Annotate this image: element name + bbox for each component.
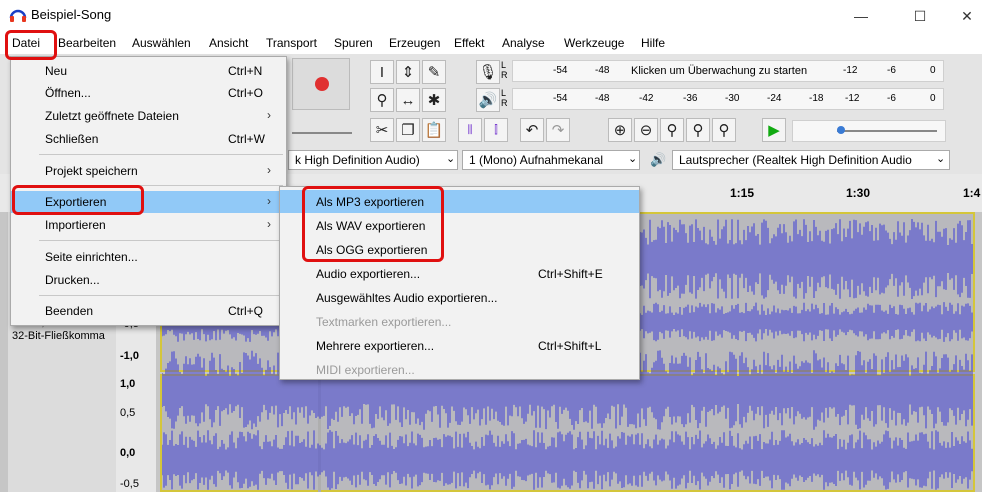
menu-item-mp3-export[interactable]: Als MP3 exportieren xyxy=(280,190,639,213)
silence-icon[interactable]: ⫿ xyxy=(484,118,508,142)
ruler-tick: 1:30 xyxy=(846,186,871,200)
menu-divider xyxy=(39,240,283,241)
menu-item-audio-export[interactable]: Audio exportieren... Ctrl+Shift+E xyxy=(280,262,639,285)
menu-divider xyxy=(39,295,283,296)
menu-item-drucken[interactable]: Drucken... xyxy=(11,269,286,291)
menu-item-oeffnen[interactable]: Öffnen... Ctrl+O xyxy=(11,82,286,104)
menu-ansicht[interactable]: Ansicht xyxy=(209,36,248,50)
menu-analyse[interactable]: Analyse xyxy=(502,36,545,50)
fit-project-icon[interactable]: ⚲ xyxy=(686,118,710,142)
volume-slider[interactable] xyxy=(292,132,352,134)
menu-erzeugen[interactable]: Erzeugen xyxy=(389,36,440,50)
menu-item-multiple-export[interactable]: Mehrere exportieren... Ctrl+Shift+L xyxy=(280,334,639,357)
menu-item-zuletzt[interactable]: Zuletzt geöffnete Dateien › xyxy=(11,105,286,127)
menu-item-midi-export: MIDI exportieren... xyxy=(316,363,415,377)
chevron-right-icon: › xyxy=(267,217,271,231)
audacity-logo-icon xyxy=(9,9,27,22)
track-format: 32-Bit-Fließkomma xyxy=(12,330,105,342)
minimize-button[interactable]: — xyxy=(846,4,876,28)
speaker-meter-icon[interactable]: 🔊 xyxy=(476,88,500,112)
input-device-select[interactable]: k High Definition Audio) xyxy=(288,150,458,170)
zoom-tool-icon[interactable]: ⚲ xyxy=(370,88,394,112)
chevron-right-icon: › xyxy=(267,194,271,208)
menu-werkzeuge[interactable]: Werkzeuge xyxy=(564,36,624,50)
menu-auswaehlen[interactable]: Auswählen xyxy=(132,36,191,50)
menu-bearbeiten[interactable]: Bearbeiten xyxy=(58,36,116,50)
menu-item-schliessen[interactable]: Schließen Ctrl+W xyxy=(11,128,286,150)
record-meter[interactable]: -54 -48 Klicken um Überwachung zu starte… xyxy=(512,60,944,82)
datei-menu: Neu Ctrl+N Öffnen... Ctrl+O Zuletzt geöffn… xyxy=(10,56,287,326)
undo-icon[interactable]: ↶ xyxy=(520,118,544,142)
microphone-icon[interactable]: 🎙 xyxy=(476,60,500,84)
paste-icon[interactable]: 📋 xyxy=(422,118,446,142)
redo-icon[interactable]: ↷ xyxy=(546,118,570,142)
chevron-down-icon: ⌄ xyxy=(936,153,946,165)
rec-meter-channels: LR xyxy=(501,60,508,80)
chevron-right-icon: › xyxy=(267,163,271,177)
play-speed-slider[interactable] xyxy=(792,120,946,142)
multi-tool-icon[interactable]: ✱ xyxy=(422,88,446,112)
maximize-button[interactable]: ☐ xyxy=(905,4,935,28)
record-button[interactable] xyxy=(292,58,350,110)
zoom-toggle-icon[interactable]: ⚲ xyxy=(712,118,736,142)
menu-item-projekt-speichern[interactable]: Projekt speichern › xyxy=(11,160,286,182)
menu-effekt[interactable]: Effekt xyxy=(454,36,484,50)
output-device-select[interactable]: Lautsprecher (Realtek High Definition Au… xyxy=(672,150,950,170)
selection-tool-icon[interactable]: I xyxy=(370,60,394,84)
exportieren-submenu: Als MP3 exportieren Als WAV exportieren … xyxy=(279,186,640,380)
menu-item-importieren[interactable]: Importieren › xyxy=(11,214,286,236)
menu-item-seite-einrichten[interactable]: Seite einrichten... xyxy=(11,246,286,268)
chevron-down-icon: ⌄ xyxy=(628,153,638,165)
menu-item-labels-export: Textmarken exportieren... xyxy=(316,315,452,329)
menu-item-exportieren[interactable]: Exportieren › xyxy=(11,191,286,213)
menu-divider xyxy=(39,185,283,186)
window-title: Beispiel-Song xyxy=(31,7,112,22)
chevron-down-icon: ⌄ xyxy=(446,153,456,165)
copy-icon[interactable]: ❐ xyxy=(396,118,420,142)
menu-datei[interactable]: Datei xyxy=(12,36,40,50)
timeshift-tool-icon[interactable]: ↔ xyxy=(396,88,420,112)
play-at-speed-icon[interactable]: ▶ xyxy=(762,118,786,142)
cut-icon[interactable]: ✂ xyxy=(370,118,394,142)
menu-item-wav-export[interactable]: Als WAV exportieren xyxy=(280,214,639,237)
zoom-out-icon[interactable]: ⊖ xyxy=(634,118,658,142)
ruler-tick: 1:15 xyxy=(730,186,755,200)
ruler-tick: 1:4 xyxy=(963,186,981,200)
menu-item-beenden[interactable]: Beenden Ctrl+Q xyxy=(11,300,286,322)
close-button[interactable]: ✕ xyxy=(952,4,982,28)
menu-item-neu[interactable]: Neu Ctrl+N xyxy=(11,60,286,82)
menu-transport[interactable]: Transport xyxy=(266,36,317,50)
menu-divider xyxy=(39,154,283,155)
menu-item-ogg-export[interactable]: Als OGG exportieren xyxy=(280,238,639,261)
playback-meter[interactable]: -54 -48 -42 -36 -30 -24 -18 -12 -6 0 xyxy=(512,88,944,110)
zoom-in-icon[interactable]: ⊕ xyxy=(608,118,632,142)
play-meter-channels: LR xyxy=(501,88,508,108)
menu-spuren[interactable]: Spuren xyxy=(334,36,373,50)
record-icon xyxy=(315,77,329,91)
menu-item-selected-audio-export[interactable]: Ausgewähltes Audio exportieren... xyxy=(280,286,639,309)
title-bar xyxy=(0,0,982,32)
slider-thumb[interactable] xyxy=(837,126,845,134)
envelope-tool-icon[interactable]: ⇕ xyxy=(396,60,420,84)
monitor-prompt: Klicken um Überwachung zu starten xyxy=(631,65,808,77)
speaker-icon: 🔊 xyxy=(650,152,667,167)
draw-tool-icon[interactable]: ✎ xyxy=(422,60,446,84)
fit-selection-icon[interactable]: ⚲ xyxy=(660,118,684,142)
input-channels-select[interactable]: 1 (Mono) Aufnahmekanal xyxy=(462,150,640,170)
chevron-right-icon: › xyxy=(267,108,271,122)
menu-hilfe[interactable]: Hilfe xyxy=(641,36,665,50)
trim-icon[interactable]: ⫼ xyxy=(458,118,482,142)
